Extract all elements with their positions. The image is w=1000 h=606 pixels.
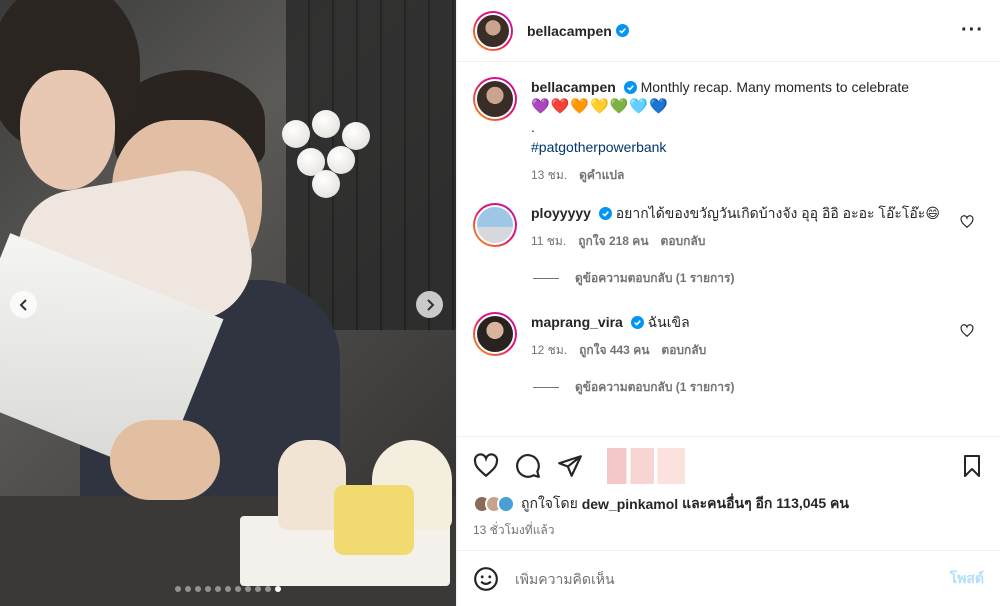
likes-prefix: ถูกใจโดย	[521, 495, 578, 511]
comment-text: ฉันเขิล	[647, 314, 690, 330]
caption-username[interactable]: bellacampen	[531, 79, 616, 95]
view-replies-button[interactable]: ดูข้อความตอบกลับ (1 รายการ)	[533, 378, 984, 397]
post-actions: ถูกใจโดย dew_pinkamol และคนอื่นๆ อีก 113…	[457, 436, 1000, 540]
like-comment-icon[interactable]	[960, 324, 974, 338]
carousel-dot	[175, 586, 181, 592]
comment-likes[interactable]: ถูกใจ 443 คน	[579, 340, 649, 360]
carousel-indicator	[0, 586, 456, 592]
photo-cake-center	[334, 485, 414, 555]
photo-subject-woman-face	[20, 70, 115, 190]
verified-badge-icon	[623, 81, 637, 94]
carousel-dot	[205, 586, 211, 592]
carousel-dot	[225, 586, 231, 592]
caption-author-avatar[interactable]	[473, 77, 517, 121]
save-bookmark-icon[interactable]	[960, 453, 984, 479]
comment-likes[interactable]: ถูกใจ 218 คน	[578, 231, 648, 251]
comment-input[interactable]	[515, 570, 950, 587]
likes-summary: ถูกใจโดย dew_pinkamol และคนอื่นๆ อีก 113…	[473, 493, 984, 515]
carousel-dot	[195, 586, 201, 592]
comment-meta: 11 ชม. ถูกใจ 218 คน ตอบกลับ	[531, 231, 984, 251]
comment-item: maprang_vira ฉันเขิล 12 ชม. ถูกใจ 443 คน…	[473, 312, 984, 360]
carousel-dot	[265, 586, 271, 592]
carousel-dot	[255, 586, 261, 592]
carousel-dot	[235, 586, 241, 592]
comment-reply-button[interactable]: ตอบกลับ	[661, 340, 706, 360]
chevron-left-icon	[19, 298, 27, 311]
like-heart-icon[interactable]	[473, 453, 499, 479]
commenter-avatar[interactable]	[473, 312, 517, 356]
likes-user-link[interactable]: dew_pinkamol	[582, 496, 678, 512]
comment-meta: 12 ชม. ถูกใจ 443 คน ตอบกลับ	[531, 340, 984, 360]
caption-dot: .	[531, 119, 535, 135]
comment-username[interactable]: ployyyyy	[531, 205, 591, 221]
carousel-dot	[215, 586, 221, 592]
comments-list[interactable]: bellacampen Monthly recap. Many moments …	[457, 63, 1000, 435]
caption-time[interactable]: 13 ชม.	[531, 165, 567, 185]
verified-badge-icon	[630, 316, 644, 329]
censored-sticker	[607, 448, 685, 484]
liker-avatars	[473, 495, 515, 513]
author-avatar[interactable]	[473, 10, 513, 51]
caption-hashtag[interactable]: #patgotherpowerbank	[531, 137, 984, 157]
comment-bubble-icon[interactable]	[515, 453, 541, 479]
carousel-dot	[245, 586, 251, 592]
post-media[interactable]	[0, 0, 456, 606]
translate-link[interactable]: ดูคำแปล	[579, 165, 624, 185]
post-header: bellacampen ···	[457, 0, 1000, 62]
carousel-dot	[275, 586, 281, 592]
post-comment-button[interactable]: โพสต์	[950, 568, 984, 590]
post-sidebar: bellacampen ··· bellacampen Monthly reca…	[456, 0, 1000, 606]
emoji-smiley-icon[interactable]	[473, 566, 499, 592]
author-username[interactable]: bellacampen	[527, 23, 612, 39]
commenter-avatar[interactable]	[473, 203, 517, 247]
liker-avatar[interactable]	[497, 495, 515, 513]
like-comment-icon[interactable]	[960, 215, 974, 229]
comment-item: ployyyyy อยากได้ของขวัญวันเกิดบ้างจัง อุ…	[473, 203, 984, 251]
comment-time[interactable]: 12 ชม.	[531, 340, 567, 360]
photo-hand	[110, 420, 220, 500]
share-paper-plane-icon[interactable]	[557, 453, 583, 479]
carousel-dot	[185, 586, 191, 592]
view-replies-button[interactable]: ดูข้อความตอบกลับ (1 รายการ)	[533, 269, 984, 288]
caption-emojis: 💜❤️🧡💛💚🩵💙	[531, 98, 669, 115]
likes-count-link[interactable]: และคนอื่นๆ อีก 113,045 คน	[682, 493, 849, 515]
caption-text: Monthly recap. Many moments to celebrate	[640, 79, 910, 95]
chevron-right-icon	[426, 298, 434, 311]
more-options-button[interactable]: ···	[961, 19, 984, 42]
carousel-prev-button[interactable]	[10, 291, 37, 318]
comment-username[interactable]: maprang_vira	[531, 314, 623, 330]
post-caption: bellacampen Monthly recap. Many moments …	[473, 77, 984, 185]
comment-text: อยากได้ของขวัญวันเกิดบ้างจัง อุอุ อิอิ อ…	[615, 205, 940, 221]
carousel-next-button[interactable]	[416, 291, 443, 318]
pendant-lamp	[272, 110, 382, 200]
caption-meta: 13 ชม. ดูคำแปล	[531, 165, 984, 185]
verified-badge-icon	[598, 207, 612, 220]
comment-time[interactable]: 11 ชม.	[531, 231, 566, 251]
post-dialog: bellacampen ··· bellacampen Monthly reca…	[0, 0, 1000, 606]
posted-time[interactable]: 13 ชั่วโมงที่แล้ว	[473, 521, 984, 540]
comment-composer: โพสต์	[457, 550, 1000, 606]
comment-reply-button[interactable]: ตอบกลับ	[661, 231, 706, 251]
verified-badge-icon	[615, 24, 629, 37]
